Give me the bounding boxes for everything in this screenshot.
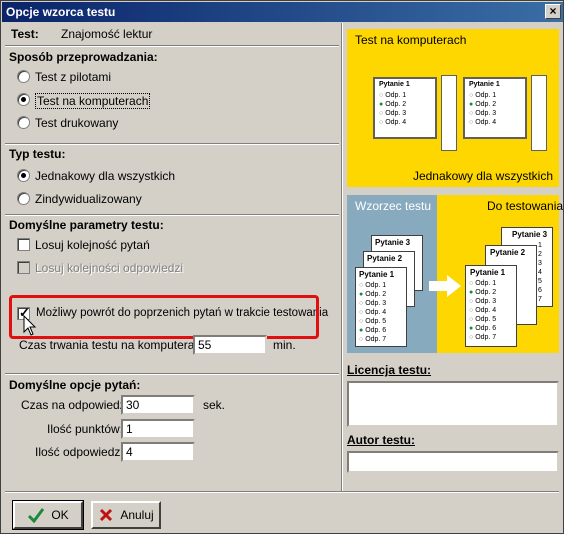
side-number: 5 bbox=[538, 278, 542, 285]
radio-mode-computers[interactable] bbox=[17, 93, 30, 106]
mini-answer: ● Odp. 2 bbox=[379, 101, 407, 108]
answers-count-input[interactable]: 4 bbox=[121, 442, 195, 462]
template-title: Wzorzec testu bbox=[355, 199, 432, 213]
mini-answer: ○ Odp. 1 bbox=[379, 92, 407, 99]
mini-answer: ○ Odp. 4 bbox=[379, 119, 407, 126]
divider bbox=[5, 143, 339, 145]
mini-answer: ○ Odp. 7 bbox=[359, 336, 387, 343]
license-label: Licencja testu: bbox=[347, 363, 432, 377]
mode-group-label: Sposób przeprowadzania: bbox=[9, 50, 158, 64]
illustration-title: Test na komputerach bbox=[355, 33, 467, 47]
duration-unit: min. bbox=[273, 338, 296, 352]
side-number: 2 bbox=[538, 251, 542, 258]
mini-answer: ○ Odp. 1 bbox=[469, 92, 497, 99]
side-number: 3 bbox=[538, 260, 542, 267]
answers-count-label: Ilość odpowiedzi: bbox=[35, 445, 127, 459]
test-name-value: Znajomość lektur bbox=[61, 27, 153, 41]
cancel-button[interactable]: Anuluj bbox=[91, 501, 161, 529]
cancel-button-label: Anuluj bbox=[120, 508, 154, 522]
shuffle-questions-label[interactable]: Losuj kolejność pytań bbox=[35, 238, 150, 252]
radio-mode-pilots-label[interactable]: Test z pilotami bbox=[35, 70, 111, 84]
mini-answer: ○ Odp. 5 bbox=[359, 318, 387, 325]
title-bar[interactable]: Opcje wzorca testu × bbox=[2, 2, 563, 22]
close-button[interactable]: × bbox=[545, 4, 561, 19]
illustration-caption: Jednakowy dla wszystkich bbox=[412, 169, 553, 183]
mini-answer: ○ Odp. 7 bbox=[469, 334, 497, 341]
duration-input[interactable]: 55 bbox=[193, 335, 267, 355]
defaults-group-label: Domyślne parametry testu: bbox=[9, 218, 164, 232]
author-input[interactable] bbox=[347, 451, 559, 473]
duration-label: Czas trwania testu na komputerach: bbox=[19, 338, 211, 352]
x-icon bbox=[100, 508, 113, 522]
radio-mode-printed-label[interactable]: Test drukowany bbox=[35, 116, 118, 130]
side-number: 6 bbox=[538, 287, 542, 294]
answer-time-input[interactable]: 30 bbox=[121, 395, 195, 415]
license-textarea[interactable] bbox=[347, 381, 559, 427]
mini-answer: ○ Odp. 1 bbox=[359, 282, 387, 289]
mini-answer: ○ Odp. 5 bbox=[469, 316, 497, 323]
mini-question: Pytanie 1 bbox=[379, 81, 410, 88]
computer-tower-right bbox=[531, 75, 547, 151]
points-label: Ilość punktów: bbox=[47, 422, 124, 436]
question-card: Pytanie 1 ○ Odp. 1 ● Odp. 2 ○ Odp. 3 ○ O… bbox=[355, 267, 407, 347]
radio-type-individual-label[interactable]: Zindywidualizowany bbox=[35, 192, 142, 206]
monitor-left: Pytanie 1 ○ Odp. 1 ● Odp. 2 ○ Odp. 3 ○ O… bbox=[373, 77, 437, 139]
mini-answer: ● Odp. 2 bbox=[469, 101, 497, 108]
dialog-window: Opcje wzorca testu × Test: Znajomość lek… bbox=[0, 0, 564, 534]
type-group-label: Typ testu: bbox=[9, 147, 66, 161]
vertical-divider bbox=[341, 23, 343, 491]
arrow-right-icon bbox=[429, 275, 461, 297]
highlight-box bbox=[9, 295, 319, 339]
mini-answer: ○ Odp. 4 bbox=[359, 309, 387, 316]
mini-answer: ○ Odp. 4 bbox=[469, 119, 497, 126]
mouse-pointer-icon bbox=[23, 315, 37, 336]
author-label: Autor testu: bbox=[347, 433, 415, 447]
shuffle-answers-checkbox bbox=[17, 261, 30, 274]
mini-answer: ● Odp. 2 bbox=[359, 291, 387, 298]
radio-mode-pilots[interactable] bbox=[17, 70, 30, 83]
divider bbox=[5, 373, 339, 375]
side-number: 7 bbox=[538, 296, 542, 303]
illustration-computers: Test na komputerach Jednakowy dla wszyst… bbox=[347, 29, 559, 187]
shuffle-questions-checkbox[interactable] bbox=[17, 238, 30, 251]
shuffle-answers-label: Losuj kolejności odpowiedzi bbox=[35, 261, 184, 275]
question-defaults-group-label: Domyślne opcje pytań: bbox=[9, 378, 141, 392]
mini-answer: ○ Odp. 4 bbox=[469, 307, 497, 314]
divider bbox=[5, 491, 559, 493]
ok-button[interactable]: OK bbox=[12, 500, 84, 530]
monitor-right: Pytanie 1 ○ Odp. 1 ● Odp. 2 ○ Odp. 3 ○ O… bbox=[463, 77, 527, 139]
radio-type-uniform[interactable] bbox=[17, 169, 30, 182]
side-number: 4 bbox=[538, 269, 542, 276]
question-card: Pytanie 1 ○ Odp. 1 ● Odp. 2 ○ Odp. 3 ○ O… bbox=[465, 265, 517, 347]
ok-button-label: OK bbox=[51, 508, 69, 522]
mini-answer: ○ Odp. 3 bbox=[379, 110, 407, 117]
window-title: Opcje wzorca testu bbox=[6, 5, 116, 19]
radio-mode-printed[interactable] bbox=[17, 116, 30, 129]
testing-title: Do testowania bbox=[487, 199, 564, 213]
divider bbox=[5, 214, 339, 216]
mini-answer: ○ Odp. 3 bbox=[469, 298, 497, 305]
test-label: Test: bbox=[11, 27, 39, 41]
mini-answer: ● Odp. 2 bbox=[469, 289, 497, 296]
points-input[interactable]: 1 bbox=[121, 419, 195, 439]
answer-time-label: Czas na odpowiedź: bbox=[21, 398, 130, 412]
mini-question: Pytanie 1 bbox=[469, 81, 500, 88]
computer-tower-left bbox=[441, 75, 457, 151]
mini-answer: ● Odp. 6 bbox=[469, 325, 497, 332]
radio-type-uniform-label[interactable]: Jednakowy dla wszystkich bbox=[35, 169, 175, 183]
radio-type-individual[interactable] bbox=[17, 192, 30, 205]
mini-answer: ● Odp. 6 bbox=[359, 327, 387, 334]
divider bbox=[5, 45, 339, 47]
mini-answer: ○ Odp. 3 bbox=[469, 110, 497, 117]
radio-mode-computers-label[interactable]: Test na komputerach bbox=[35, 93, 151, 109]
mini-answer: ○ Odp. 3 bbox=[359, 300, 387, 307]
mini-answer: ○ Odp. 1 bbox=[469, 280, 497, 287]
checkmark-icon bbox=[28, 508, 45, 523]
side-number: 1 bbox=[538, 242, 542, 249]
answer-time-unit: sek. bbox=[203, 398, 226, 412]
